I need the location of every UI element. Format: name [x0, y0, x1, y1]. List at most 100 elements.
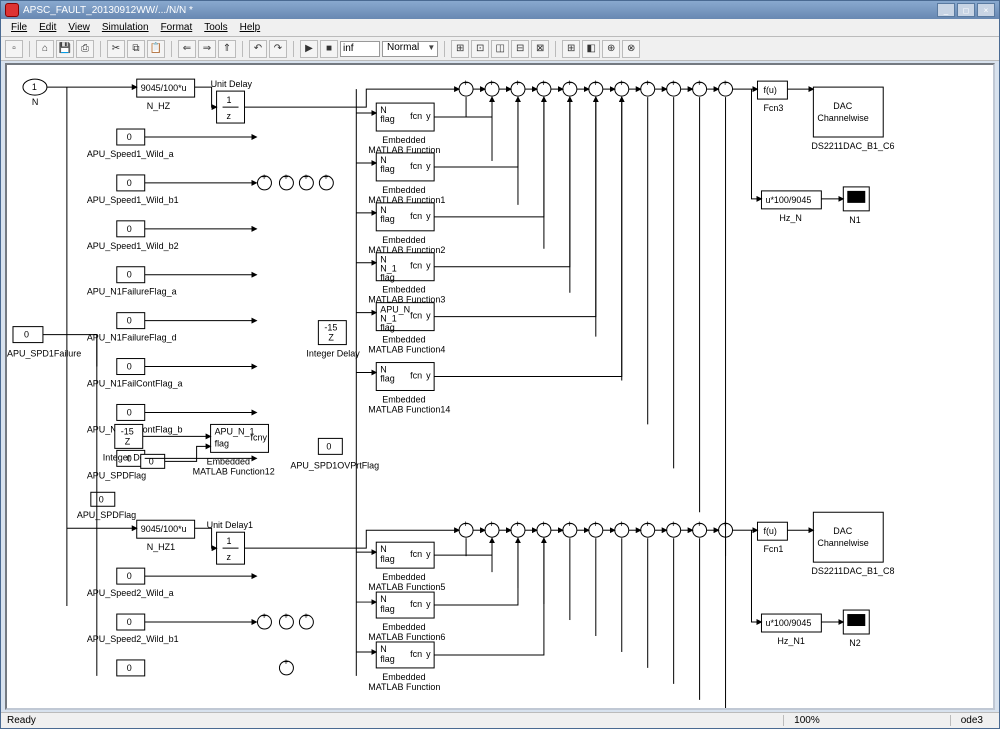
- fcn1-block[interactable]: f(u) Fcn1: [757, 522, 787, 554]
- constant-ovprt[interactable]: 0 APU_SPD1OVPrtFlag: [290, 438, 379, 470]
- inport-n[interactable]: 1 N: [23, 79, 47, 107]
- sum-row-3[interactable]: +: [537, 78, 551, 96]
- gain-hz-n[interactable]: u*100/9045 Hz_N: [761, 191, 821, 223]
- sum-top-0[interactable]: +: [257, 172, 271, 190]
- paste-button[interactable]: 📋: [147, 40, 165, 58]
- menu-edit[interactable]: Edit: [35, 22, 60, 33]
- undo-button[interactable]: ↶: [249, 40, 267, 58]
- new-button[interactable]: ▫: [5, 40, 23, 58]
- matlab-function-14[interactable]: NflagfcnyEmbeddedMATLAB Function14: [368, 363, 450, 415]
- menu-help[interactable]: Help: [236, 22, 265, 33]
- sum-top-2[interactable]: +: [299, 172, 313, 190]
- constant-failcont-b[interactable]: 0: [141, 454, 165, 468]
- scope-n1[interactable]: N1: [843, 187, 869, 225]
- constant-apu-spdflag[interactable]: 0APU_SPDFlag: [77, 492, 136, 520]
- stop-time-field[interactable]: [340, 41, 380, 57]
- sum-row-6[interactable]: +: [615, 78, 629, 96]
- sum-row-8[interactable]: +: [667, 78, 681, 96]
- constant-APU_Speed1_Wild_b1[interactable]: 0APU_Speed1_Wild_b1: [87, 175, 179, 205]
- sum-row2-2[interactable]: +: [511, 519, 525, 537]
- up-button[interactable]: ⇑: [218, 40, 236, 58]
- save-button[interactable]: 💾: [56, 40, 74, 58]
- matlab-function-2[interactable]: NflagfcnyEmbeddedMATLAB Function2: [368, 203, 445, 255]
- fcn3-block[interactable]: f(u) Fcn3: [757, 81, 787, 113]
- fwd-button[interactable]: ⇒: [198, 40, 216, 58]
- menu-file[interactable]: File: [7, 22, 31, 33]
- sum-top-3[interactable]: +: [319, 172, 333, 190]
- sum-row-9[interactable]: +: [693, 78, 707, 96]
- dac-block-top[interactable]: DAC Channelwise DS2211DAC_B1_C6: [811, 87, 894, 151]
- menu-tools[interactable]: Tools: [200, 22, 231, 33]
- gain-hz-n1[interactable]: u*100/9045 Hz_N1: [761, 614, 821, 646]
- integer-delay-2[interactable]: -15 Z Integer Delay: [306, 321, 360, 359]
- sum-bot-2[interactable]: +: [299, 611, 313, 629]
- stop-button[interactable]: ■: [320, 40, 338, 58]
- constant-APU_N1FailContFlag_a[interactable]: 0APU_N1FailContFlag_a: [87, 359, 183, 389]
- unit-delay[interactable]: 1 z Unit Delay: [211, 79, 253, 123]
- sum-row-4[interactable]: +: [563, 78, 577, 96]
- sum-row-1[interactable]: +: [485, 78, 499, 96]
- tb-icon-1[interactable]: ⊞: [451, 40, 469, 58]
- sum-row2-0[interactable]: +: [459, 519, 473, 537]
- tb-icon-5[interactable]: ⊠: [531, 40, 549, 58]
- scope-n2[interactable]: N2: [843, 610, 869, 648]
- unit-delay-1[interactable]: 1 z Unit Delay1: [207, 520, 253, 564]
- matlab-function-4[interactable]: APU_NN_1flagfcnyEmbeddedMATLAB Function4: [368, 303, 445, 355]
- tb-icon-4[interactable]: ⊟: [511, 40, 529, 58]
- maximize-button[interactable]: ◻: [957, 3, 975, 17]
- model-canvas[interactable]: 1 N 0 APU_SPD1Failure 9045/100*u N_HZ 1 …: [5, 63, 995, 710]
- matlab-function-bot-1[interactable]: NflagfcnyEmbeddedMATLAB Function6: [368, 592, 445, 642]
- sum-row2-3[interactable]: +: [537, 519, 551, 537]
- constant-APU_Speed1_Wild_b2[interactable]: 0APU_Speed1_Wild_b2: [87, 221, 179, 251]
- redo-button[interactable]: ↷: [269, 40, 287, 58]
- sum-row2-6[interactable]: +: [615, 519, 629, 537]
- print-button[interactable]: ⎙: [76, 40, 94, 58]
- sum-bot-0[interactable]: +: [257, 611, 271, 629]
- sum-row2-5[interactable]: +: [589, 519, 603, 537]
- tb-icon-9[interactable]: ⊗: [622, 40, 640, 58]
- sum-bot-extra[interactable]: +: [279, 657, 293, 675]
- matlab-function-0[interactable]: NflagfcnyEmbeddedMATLAB Function: [368, 103, 440, 155]
- sum-row-10[interactable]: +: [719, 78, 733, 96]
- gain-n-hz1[interactable]: 9045/100*u N_HZ1: [137, 520, 195, 552]
- back-button[interactable]: ⇐: [178, 40, 196, 58]
- constant-APU_Speed2_Wild_b1[interactable]: 0APU_Speed2_Wild_b1: [87, 614, 179, 644]
- constant-APU_N1FailureFlag_d[interactable]: 0APU_N1FailureFlag_d: [87, 313, 177, 343]
- sum-row-7[interactable]: +: [641, 78, 655, 96]
- constant-APU_Speed2_Wild_a[interactable]: 0APU_Speed2_Wild_a: [87, 568, 174, 598]
- sum-row2-1[interactable]: +: [485, 519, 499, 537]
- sum-row2-8[interactable]: +: [667, 519, 681, 537]
- matlab-function-1[interactable]: NflagfcnyEmbeddedMATLAB Function1: [368, 153, 445, 205]
- matlab-function-3[interactable]: NN_1flagfcnyEmbeddedMATLAB Function3: [368, 253, 445, 305]
- sim-mode-select[interactable]: Normal: [382, 41, 438, 57]
- minimize-button[interactable]: _: [937, 3, 955, 17]
- sum-row-0[interactable]: +: [459, 78, 473, 96]
- sum-row2-7[interactable]: +: [641, 519, 655, 537]
- constant-APU_N1FailureFlag_a[interactable]: 0APU_N1FailureFlag_a: [87, 267, 177, 297]
- sum-row-2[interactable]: +: [511, 78, 525, 96]
- matlab-function-bot-2[interactable]: NflagfcnyEmbeddedMATLAB Function: [368, 642, 440, 692]
- tb-icon-3[interactable]: ◫: [491, 40, 509, 58]
- fcn12-block[interactable]: APU_N_1 flag fcn y Embedded MATLAB Funct…: [193, 424, 275, 476]
- matlab-function-bot-0[interactable]: NflagfcnyEmbeddedMATLAB Function5: [368, 542, 445, 592]
- sum-row2-4[interactable]: +: [563, 519, 577, 537]
- sum-bot-1[interactable]: +: [279, 611, 293, 629]
- play-button[interactable]: ▶: [300, 40, 318, 58]
- tb-icon-8[interactable]: ⊕: [602, 40, 620, 58]
- gain-n-hz[interactable]: 9045/100*u N_HZ: [137, 79, 195, 111]
- sum-row2-9[interactable]: +: [693, 519, 707, 537]
- copy-button[interactable]: ⧉: [127, 40, 145, 58]
- close-button[interactable]: ×: [977, 3, 995, 17]
- constant-APU_Speed1_Wild_a[interactable]: 0APU_Speed1_Wild_a: [87, 129, 174, 159]
- menu-view[interactable]: View: [64, 22, 94, 33]
- constant-bot-extra[interactable]: 0: [117, 660, 145, 676]
- sum-top-1[interactable]: +: [279, 172, 293, 190]
- constant-apu-spd1failure[interactable]: 0 APU_SPD1Failure: [7, 327, 81, 359]
- tb-icon-2[interactable]: ⊡: [471, 40, 489, 58]
- open-button[interactable]: ⌂: [36, 40, 54, 58]
- sum-row-5[interactable]: +: [589, 78, 603, 96]
- menu-simulation[interactable]: Simulation: [98, 22, 153, 33]
- tb-icon-7[interactable]: ◧: [582, 40, 600, 58]
- menu-format[interactable]: Format: [157, 22, 197, 33]
- dac-block-bot[interactable]: DAC Channelwise DS2211DAC_B1_C8: [811, 512, 894, 576]
